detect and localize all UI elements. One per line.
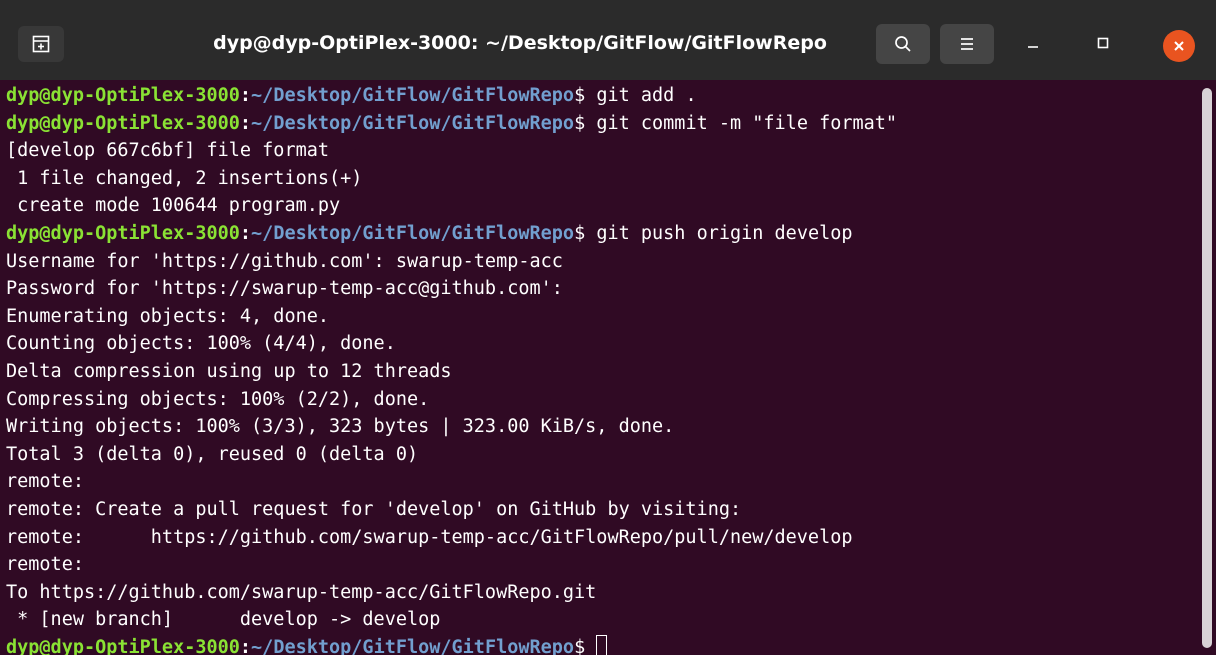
output-line: 1 file changed, 2 insertions(+) — [6, 165, 1190, 193]
terminal-output[interactable]: dyp@dyp-OptiPlex-3000:~/Desktop/GitFlow/… — [0, 82, 1190, 655]
prompt-user: dyp@dyp-OptiPlex-3000 — [6, 112, 240, 134]
output-line: [develop 667c6bf] file format — [6, 137, 1190, 165]
output-line: Enumerating objects: 4, done. — [6, 303, 1190, 331]
output-text: remote: Create a pull request for 'devel… — [6, 498, 742, 520]
title-bar[interactable]: dyp@dyp-OptiPlex-3000: ~/Desktop/GitFlow… — [0, 0, 1216, 80]
output-text: To https://github.com/swarup-temp-acc/Gi… — [6, 581, 597, 603]
output-text: 1 file changed, 2 insertions(+) — [6, 167, 363, 189]
prompt-symbol: $ — [574, 85, 586, 106]
output-text: remote: — [6, 554, 84, 576]
output-line: remote: — [6, 468, 1190, 496]
output-text: Compressing objects: 100% (2/2), done. — [6, 388, 430, 410]
minimize-button[interactable] — [1018, 28, 1048, 58]
prompt-path: ~/Desktop/GitFlow/GitFlowRepo — [251, 85, 575, 106]
output-text: Total 3 (delta 0), reused 0 (delta 0) — [6, 443, 419, 465]
output-line: create mode 100644 program.py — [6, 192, 1190, 220]
maximize-button[interactable] — [1088, 28, 1118, 58]
search-icon — [895, 36, 911, 52]
prompt-symbol: $ — [574, 636, 586, 655]
command-text — [585, 637, 596, 655]
output-line: remote: — [6, 551, 1190, 579]
output-line: remote: Create a pull request for 'devel… — [6, 496, 1190, 524]
output-line: remote: https://github.com/swarup-temp-a… — [6, 524, 1190, 552]
output-text: remote: https://github.com/swarup-temp-a… — [6, 526, 853, 548]
output-text: Username for 'https://github.com': swaru… — [6, 250, 563, 272]
output-text: Delta compression using up to 12 threads — [6, 360, 452, 382]
prompt-line: dyp@dyp-OptiPlex-3000:~/Desktop/GitFlow/… — [6, 634, 1190, 655]
prompt-separator: : — [239, 222, 252, 244]
prompt-symbol: $ — [574, 222, 586, 244]
prompt-line: dyp@dyp-OptiPlex-3000:~/Desktop/GitFlow/… — [6, 82, 1190, 110]
command-text: git commit -m "file format" — [585, 112, 898, 134]
prompt-path: ~/Desktop/GitFlow/GitFlowRepo — [251, 112, 575, 134]
output-text: [develop 667c6bf] file format — [6, 140, 330, 162]
output-line: To https://github.com/swarup-temp-acc/Gi… — [6, 579, 1190, 607]
output-text: Password for 'https://swarup-temp-acc@gi… — [6, 278, 563, 300]
terminal-window: dyp@dyp-OptiPlex-3000: ~/Desktop/GitFlow… — [0, 0, 1216, 655]
output-line: Counting objects: 100% (4/4), done. — [6, 330, 1190, 358]
text-cursor — [596, 634, 608, 655]
prompt-separator: : — [239, 85, 252, 106]
menu-button[interactable] — [940, 24, 994, 64]
prompt-path: ~/Desktop/GitFlow/GitFlowRepo — [251, 222, 575, 244]
prompt-path: ~/Desktop/GitFlow/GitFlowRepo — [251, 636, 575, 655]
command-text: git add . — [585, 85, 697, 106]
minimize-icon — [1028, 46, 1038, 48]
output-text: Enumerating objects: 4, done. — [6, 305, 330, 327]
prompt-user: dyp@dyp-OptiPlex-3000 — [6, 636, 240, 655]
output-text: Writing objects: 100% (3/3), 323 bytes |… — [6, 416, 675, 438]
output-line: Delta compression using up to 12 threads — [6, 358, 1190, 386]
prompt-line: dyp@dyp-OptiPlex-3000:~/Desktop/GitFlow/… — [6, 110, 1190, 138]
new-tab-icon — [32, 35, 50, 53]
prompt-symbol: $ — [574, 112, 586, 134]
search-button[interactable] — [876, 24, 930, 64]
output-text: Counting objects: 100% (4/4), done. — [6, 333, 396, 355]
prompt-user: dyp@dyp-OptiPlex-3000 — [6, 85, 240, 106]
command-text: git push origin develop — [585, 222, 853, 244]
close-button[interactable] — [1163, 30, 1195, 62]
maximize-icon — [1097, 37, 1109, 49]
close-icon — [1174, 41, 1184, 51]
output-text: * [new branch] develop -> develop — [6, 609, 441, 631]
output-line: Total 3 (delta 0), reused 0 (delta 0) — [6, 441, 1190, 469]
output-line: Compressing objects: 100% (2/2), done. — [6, 386, 1190, 414]
prompt-separator: : — [239, 636, 252, 655]
output-line: Writing objects: 100% (3/3), 323 bytes |… — [6, 413, 1190, 441]
output-text: remote: — [6, 471, 84, 493]
prompt-line: dyp@dyp-OptiPlex-3000:~/Desktop/GitFlow/… — [6, 220, 1190, 248]
output-line: Password for 'https://swarup-temp-acc@gi… — [6, 275, 1190, 303]
new-tab-button[interactable] — [18, 26, 64, 62]
prompt-separator: : — [239, 112, 252, 134]
output-line: Username for 'https://github.com': swaru… — [6, 248, 1190, 276]
hamburger-menu-icon — [961, 38, 973, 50]
output-line: * [new branch] develop -> develop — [6, 606, 1190, 634]
prompt-user: dyp@dyp-OptiPlex-3000 — [6, 222, 240, 244]
window-title: dyp@dyp-OptiPlex-3000: ~/Desktop/GitFlow… — [213, 32, 827, 54]
scrollbar[interactable] — [1202, 88, 1212, 648]
output-text: create mode 100644 program.py — [6, 195, 341, 217]
